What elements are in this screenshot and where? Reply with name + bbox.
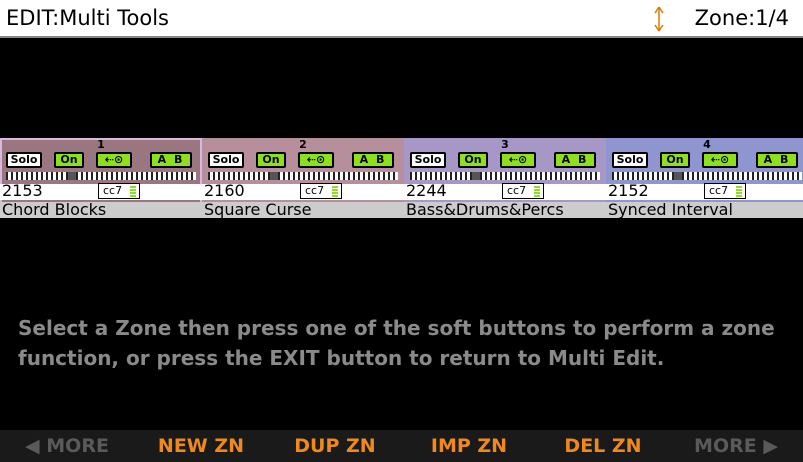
program-name: Synced Interval bbox=[606, 202, 803, 218]
soft-button-delete-zone[interactable]: DEL ZN bbox=[536, 430, 670, 462]
midi-route-icon[interactable]: ⇠⊙ bbox=[298, 152, 334, 168]
on-button[interactable]: On bbox=[458, 152, 488, 168]
on-button[interactable]: On bbox=[256, 152, 286, 168]
midi-route-icon[interactable]: ⇠⊙ bbox=[702, 152, 738, 168]
solo-button[interactable]: Solo bbox=[410, 152, 446, 168]
soft-button-dup-zone[interactable]: DUP ZN bbox=[268, 430, 402, 462]
solo-button[interactable]: Solo bbox=[6, 152, 42, 168]
program-number: 2160 bbox=[204, 181, 245, 200]
program-name: Bass&Drums&Percs bbox=[404, 202, 606, 218]
soft-button-import-zone[interactable]: IMP ZN bbox=[402, 430, 536, 462]
zone-number: 2 bbox=[299, 138, 307, 151]
program-name: Chord Blocks bbox=[0, 202, 202, 218]
ab-button[interactable]: A B bbox=[554, 152, 596, 168]
zone-3[interactable]: 3 Solo On ⇠⊙ A B 2244 cc7 Bass&Drums&Per… bbox=[404, 138, 606, 218]
ab-button[interactable]: A B bbox=[756, 152, 798, 168]
zone-1[interactable]: 1 Solo On ⇠⊙ A B 2153 cc7 Chord Blocks bbox=[0, 138, 202, 218]
ab-button[interactable]: A B bbox=[352, 152, 394, 168]
zone-2[interactable]: 2 Solo On ⇠⊙ A B 2160 cc7 Square Curse bbox=[202, 138, 404, 218]
soft-button-more-left[interactable]: ◀ MORE bbox=[0, 430, 134, 462]
cc-meter: cc7 bbox=[300, 183, 342, 199]
midi-route-icon[interactable]: ⇠⊙ bbox=[500, 152, 536, 168]
soft-button-bar: ◀ MORE NEW ZN DUP ZN IMP ZN DEL ZN MORE … bbox=[0, 430, 803, 462]
page-title: EDIT:Multi Tools bbox=[6, 6, 169, 30]
on-button[interactable]: On bbox=[54, 152, 84, 168]
ab-button[interactable]: A B bbox=[150, 152, 192, 168]
on-button[interactable]: On bbox=[660, 152, 690, 168]
soft-button-more-right[interactable]: MORE ▶ bbox=[669, 430, 803, 462]
zone-4[interactable]: 4 Solo On ⇠⊙ A B 2152 cc7 Synced Interva… bbox=[606, 138, 803, 218]
header-bar: EDIT:Multi Tools Zone:1/4 bbox=[0, 0, 803, 38]
cc-meter: cc7 bbox=[502, 183, 544, 199]
keyboard-range bbox=[6, 172, 196, 180]
program-number: 2153 bbox=[2, 181, 43, 200]
program-name: Square Curse bbox=[202, 202, 404, 218]
cc-meter: cc7 bbox=[98, 183, 140, 199]
zone-indicator: Zone:1/4 bbox=[694, 6, 789, 30]
up-down-arrow-icon bbox=[654, 6, 664, 32]
zone-number: 4 bbox=[703, 138, 711, 151]
instruction-message: Select a Zone then press one of the soft… bbox=[18, 316, 775, 370]
keyboard-range bbox=[612, 172, 802, 180]
keyboard-range bbox=[208, 172, 398, 180]
keyboard-range bbox=[410, 172, 600, 180]
program-number: 2152 bbox=[608, 181, 649, 200]
zone-number: 3 bbox=[501, 138, 509, 151]
solo-button[interactable]: Solo bbox=[208, 152, 244, 168]
solo-button[interactable]: Solo bbox=[612, 152, 648, 168]
zone-strip: 1 Solo On ⇠⊙ A B 2153 cc7 Chord Blocks 2… bbox=[0, 138, 803, 218]
program-number: 2244 bbox=[406, 181, 447, 200]
cc-meter: cc7 bbox=[704, 183, 746, 199]
midi-route-icon[interactable]: ⇠⊙ bbox=[96, 152, 132, 168]
zone-number: 1 bbox=[97, 138, 105, 151]
soft-button-new-zone[interactable]: NEW ZN bbox=[134, 430, 268, 462]
